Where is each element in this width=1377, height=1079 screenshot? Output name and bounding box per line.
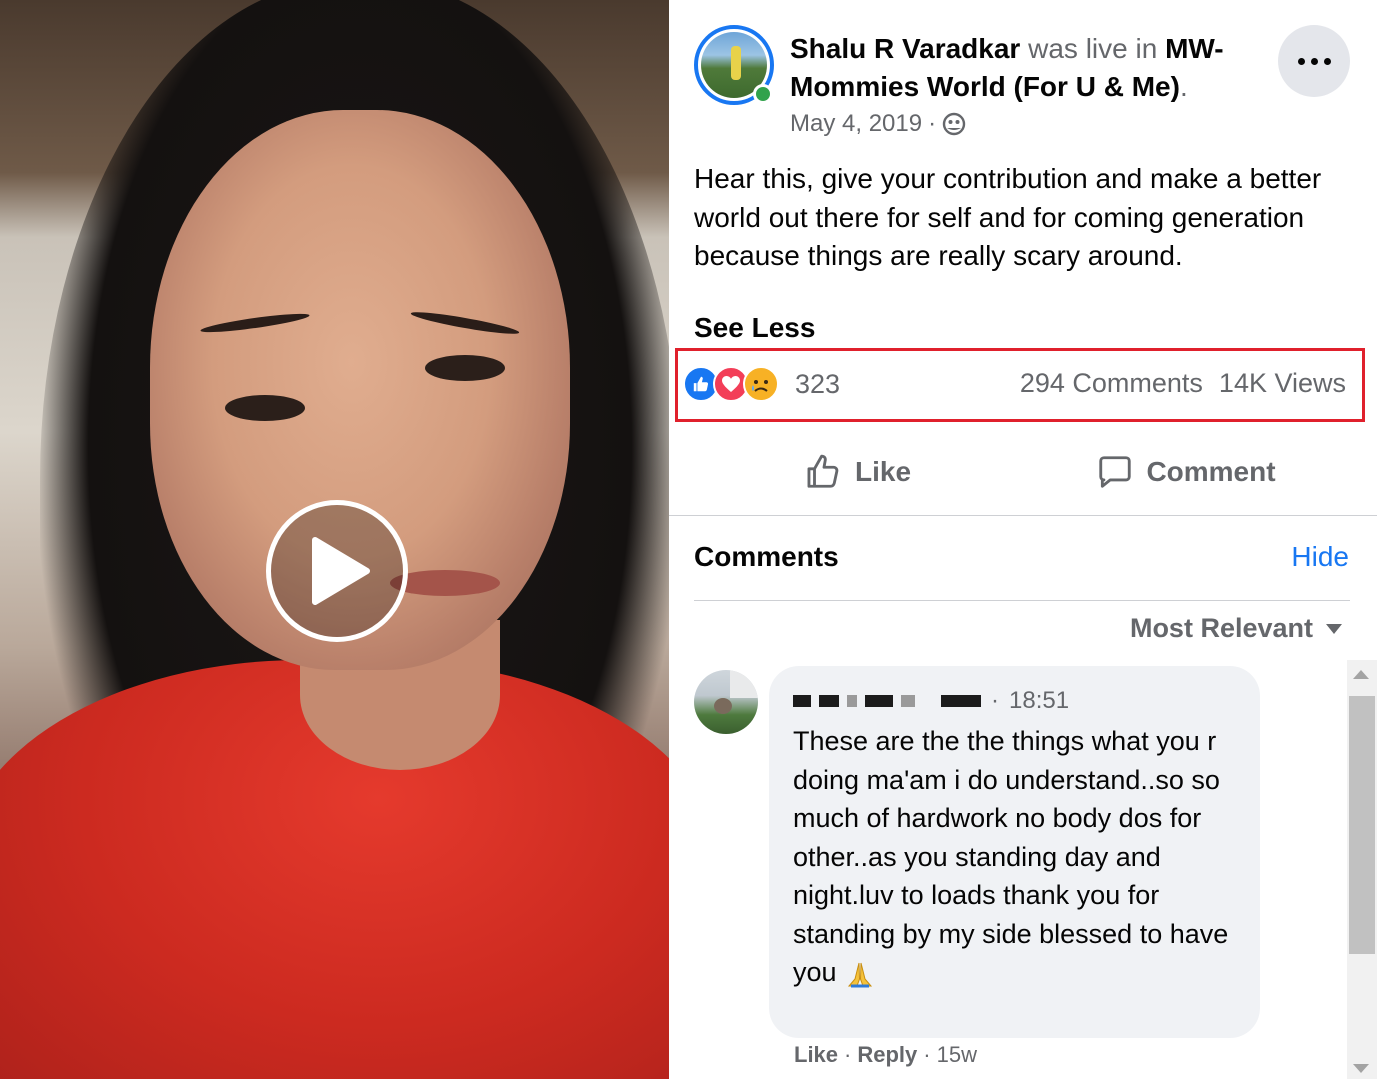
meta-separator: · bbox=[928, 110, 937, 137]
sort-label: Most Relevant bbox=[1129, 613, 1313, 643]
author-name[interactable]: Shalu R Varadkar bbox=[790, 33, 1020, 64]
comment-header: · 18:51 bbox=[793, 686, 1236, 716]
divider bbox=[694, 600, 1350, 601]
post-date[interactable]: May 4, 2019 bbox=[790, 110, 922, 138]
comment-like-link[interactable]: Like bbox=[794, 1042, 838, 1068]
comment-button-label: Comment bbox=[1146, 456, 1276, 487]
like-button[interactable]: Like bbox=[694, 440, 1022, 504]
post-body: Hear this, give your contribution and ma… bbox=[694, 163, 1322, 271]
post-header: Shalu R Varadkar was live in MW-Mommies … bbox=[790, 30, 1260, 106]
scroll-up-arrow-icon[interactable] bbox=[1353, 670, 1369, 679]
comment-bubble: · 18:51 These are the the things what yo… bbox=[769, 666, 1260, 1038]
comment-time[interactable]: 18:51 bbox=[1009, 687, 1069, 715]
play-icon bbox=[312, 537, 370, 605]
post-actions: Like Comment bbox=[694, 440, 1350, 504]
divider bbox=[669, 515, 1377, 516]
comment-action-separator: · bbox=[844, 1042, 852, 1067]
scroll-thumb[interactable] bbox=[1349, 696, 1375, 954]
engagement-highlight-box: 323 294 Comments 14K Views bbox=[675, 348, 1365, 422]
group-suffix: . bbox=[1179, 71, 1188, 102]
reaction-count: 323 bbox=[795, 368, 841, 399]
public-group-icon bbox=[942, 112, 966, 136]
thumbs-up-icon bbox=[807, 454, 839, 488]
comments-scrollbar[interactable] bbox=[1347, 660, 1377, 1079]
comment-sort-dropdown[interactable]: Most Relevant bbox=[1130, 613, 1343, 644]
scroll-down-arrow-icon[interactable] bbox=[1353, 1064, 1369, 1073]
live-in-text: was live in bbox=[1028, 33, 1158, 64]
comment-action-separator: · bbox=[923, 1042, 931, 1067]
like-button-label: Like bbox=[854, 456, 912, 487]
play-button[interactable] bbox=[266, 500, 408, 642]
comment-reply-link[interactable]: Reply bbox=[857, 1042, 917, 1068]
comment-icon bbox=[1099, 456, 1132, 488]
commenter-name-redacted[interactable] bbox=[793, 695, 981, 707]
caret-down-icon bbox=[1326, 623, 1342, 634]
hide-comments-link[interactable]: Hide bbox=[1291, 541, 1349, 573]
comment-body: These are the the things what you r doin… bbox=[793, 726, 1229, 987]
reactions-summary[interactable]: 323 bbox=[683, 366, 840, 402]
see-less-link[interactable]: See Less bbox=[694, 312, 815, 344]
comment-separator: · bbox=[991, 687, 999, 714]
post-meta: May 4, 2019 · bbox=[790, 110, 966, 138]
folded-hands-emoji-icon bbox=[847, 962, 872, 988]
engagement-stats: 294 Comments 14K Views bbox=[1020, 368, 1346, 399]
online-status-dot bbox=[753, 84, 773, 104]
more-options-button[interactable] bbox=[1278, 25, 1350, 97]
more-options-icon bbox=[1297, 57, 1305, 65]
sad-reaction-icon bbox=[743, 366, 779, 402]
comment-button[interactable]: Comment bbox=[1022, 440, 1350, 504]
video-frame-eye bbox=[225, 395, 305, 421]
views-count: 14K Views bbox=[1218, 368, 1346, 398]
comment-actions: Like · Reply · 15w bbox=[794, 1042, 977, 1068]
commenter-avatar[interactable] bbox=[694, 670, 758, 734]
video-frame-eye bbox=[425, 355, 505, 381]
comment-text: These are the the things what you r doin… bbox=[793, 722, 1236, 992]
comments-heading: Comments bbox=[694, 541, 839, 572]
comment-age[interactable]: 15w bbox=[937, 1042, 977, 1068]
post-panel: Shalu R Varadkar was live in MW-Mommies … bbox=[669, 0, 1377, 1079]
video-player[interactable] bbox=[0, 0, 669, 1079]
comments-count-link[interactable]: 294 Comments bbox=[1020, 368, 1203, 399]
